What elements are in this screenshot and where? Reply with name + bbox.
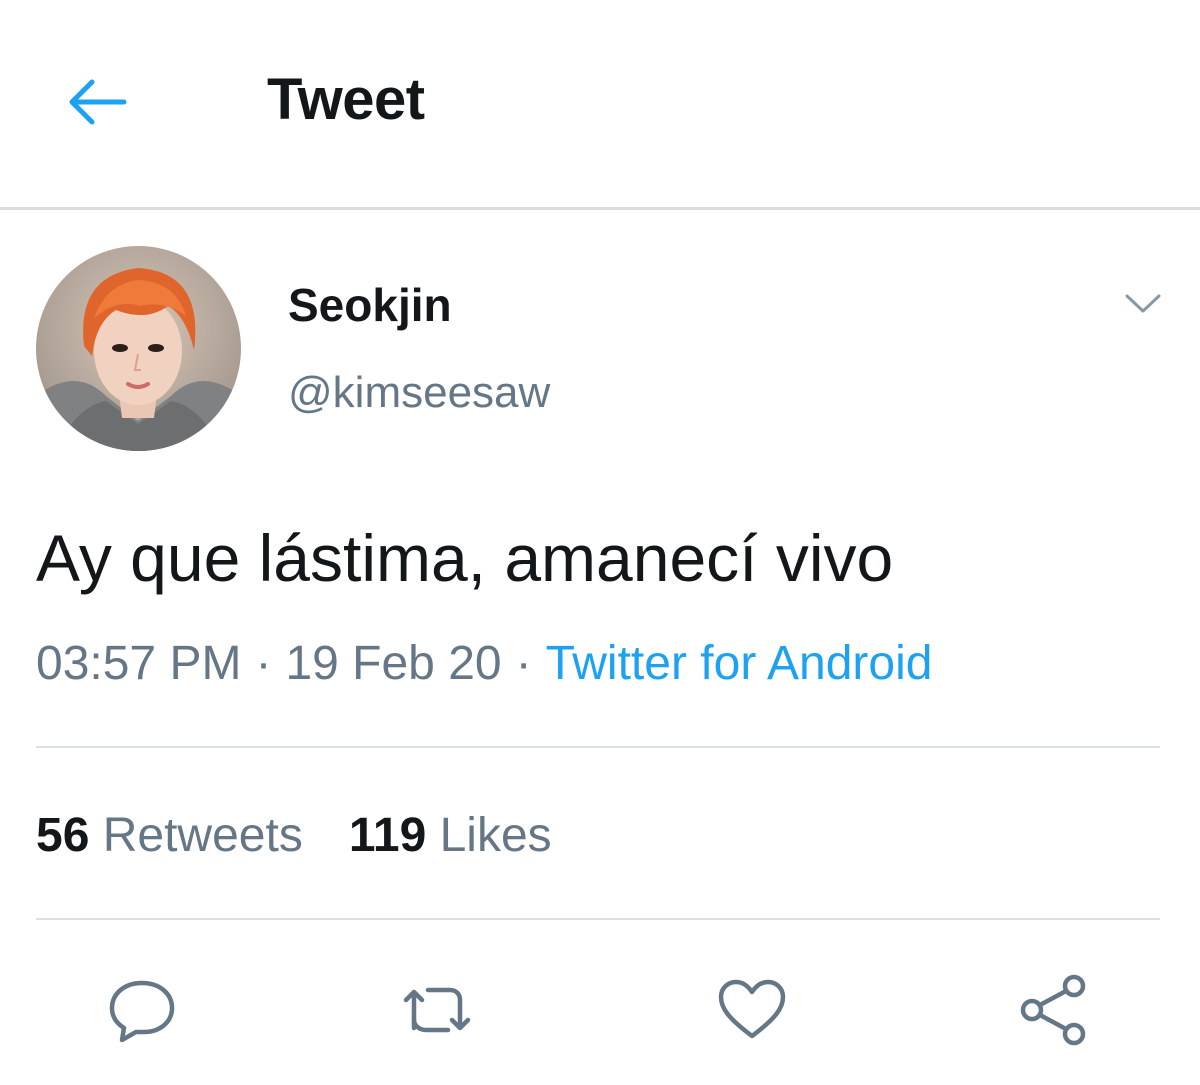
like-button[interactable]	[710, 968, 794, 1052]
retweet-button[interactable]	[396, 968, 480, 1052]
retweet-icon	[398, 980, 478, 1040]
meta-separator: ·	[515, 637, 532, 690]
page-title: Tweet	[267, 67, 425, 132]
tweet-meta: 03:57 PM · 19 Feb 20 · Twitter for Android	[36, 636, 932, 691]
tweet-source-link[interactable]: Twitter for Android	[546, 637, 933, 690]
reply-icon	[106, 977, 178, 1043]
avatar[interactable]	[36, 246, 241, 451]
retweets-stat[interactable]: 56 Retweets	[36, 809, 303, 862]
share-button[interactable]	[1012, 968, 1096, 1052]
chevron-down-icon	[1123, 292, 1163, 321]
share-icon	[1016, 972, 1092, 1048]
back-button[interactable]	[58, 72, 134, 136]
tweet-detail-screen: Tweet Seokjin @kimseesaw Ay que lástima,…	[0, 0, 1200, 1085]
likes-count: 119	[348, 809, 427, 862]
header-divider	[0, 207, 1200, 210]
tweet-date: 19 Feb 20	[285, 637, 502, 690]
top-bar: Tweet	[0, 0, 1200, 207]
divider	[36, 746, 1160, 748]
tweet-stats: 56 Retweets 119 Likes	[36, 808, 552, 863]
user-handle[interactable]: @kimseesaw	[288, 368, 550, 418]
likes-label: Likes	[439, 809, 552, 862]
more-options-button[interactable]	[1116, 284, 1170, 328]
reply-button[interactable]	[100, 968, 184, 1052]
meta-separator: ·	[255, 637, 272, 690]
arrow-left-icon	[64, 76, 128, 133]
tweet-text: Ay que lástima, amanecí vivo	[36, 521, 894, 595]
divider	[36, 918, 1160, 920]
likes-stat[interactable]: 119 Likes	[349, 809, 552, 862]
display-name[interactable]: Seokjin	[288, 278, 452, 332]
tweet-time: 03:57 PM	[36, 637, 242, 690]
like-icon	[716, 978, 788, 1042]
retweets-label: Retweets	[102, 809, 303, 862]
retweets-count: 56	[36, 809, 90, 862]
profile-photo	[36, 246, 241, 451]
